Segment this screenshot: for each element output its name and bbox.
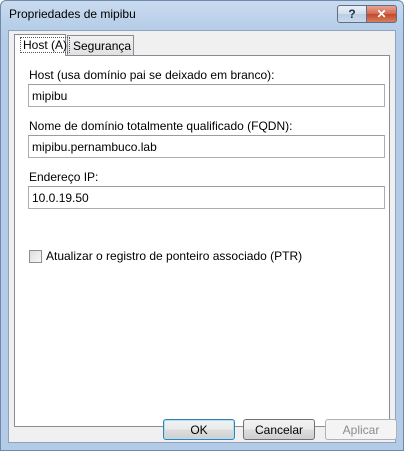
window-title: Propriedades de mipibu — [9, 7, 136, 21]
host-label: Host (usa domínio pai se deixado em bran… — [29, 68, 275, 82]
ip-input[interactable]: 10.0.19.50 — [28, 186, 385, 209]
host-input[interactable]: mipibu — [28, 84, 385, 107]
fqdn-label: Nome de domínio totalmente qualificado (… — [29, 119, 293, 133]
ip-label: Endereço IP: — [29, 170, 99, 184]
help-button[interactable]: ? — [337, 5, 367, 23]
ptr-checkbox-label[interactable]: Atualizar o registro de ponteiro associa… — [46, 249, 302, 263]
ptr-checkbox[interactable] — [29, 249, 42, 263]
ok-button[interactable]: OK — [163, 419, 235, 440]
dialog-client-area: Host (A) Segurança Host (usa domínio pai… — [8, 30, 397, 443]
tab-host-a[interactable]: Host (A) — [14, 34, 71, 56]
tab-panel-host-a: Host (usa domínio pai se deixado em bran… — [14, 55, 390, 427]
close-button[interactable]: ✕ — [367, 5, 397, 23]
ptr-checkbox-row[interactable]: Atualizar o registro de ponteiro associa… — [29, 249, 302, 263]
fqdn-field[interactable]: mipibu.pernambuco.lab — [28, 135, 385, 158]
apply-button[interactable]: Aplicar — [325, 419, 397, 440]
title-bar[interactable]: Propriedades de mipibu ? ✕ — [1, 1, 403, 29]
cancel-button[interactable]: Cancelar — [243, 419, 315, 440]
tab-host-a-label: Host (A) — [20, 37, 71, 53]
tab-seguranca-label: Segurança — [73, 39, 132, 53]
tab-seguranca[interactable]: Segurança — [67, 35, 134, 55]
close-icon: ✕ — [376, 7, 387, 21]
properties-dialog: Propriedades de mipibu ? ✕ Host (A) Segu… — [0, 0, 404, 451]
help-icon: ? — [348, 7, 356, 21]
